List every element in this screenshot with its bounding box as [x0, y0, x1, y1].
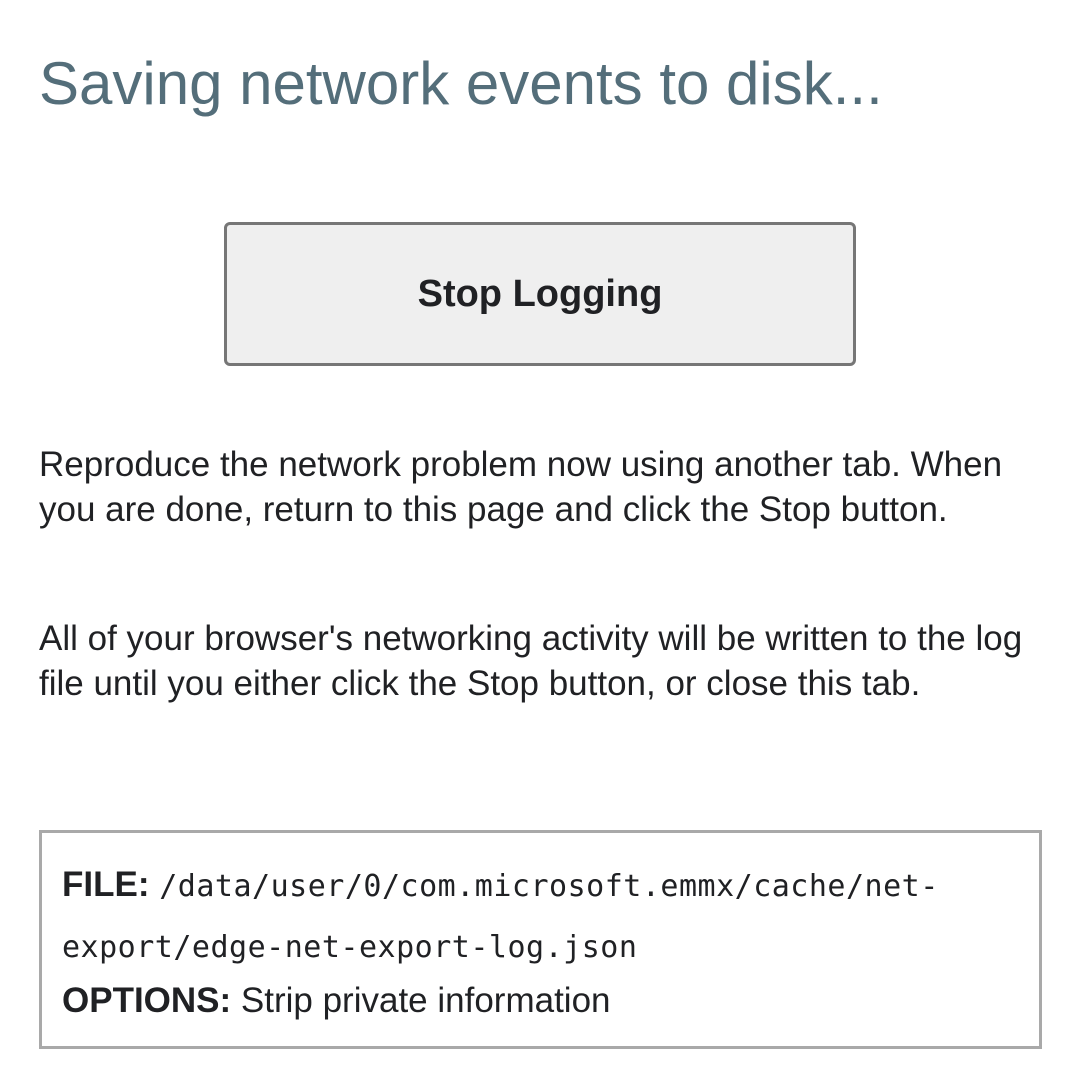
options-row: OPTIONS: Strip private information: [62, 977, 1019, 1025]
page-title: Saving network events to disk...: [39, 50, 883, 117]
reproduce-instructions: Reproduce the network problem now using …: [39, 445, 1003, 529]
file-path: /data/user/0/com.microsoft.emmx/cache/ne…: [62, 869, 939, 965]
file-row: FILE: /data/user/0/com.microsoft.emmx/ca…: [62, 855, 1019, 977]
options-label: OPTIONS:: [62, 981, 241, 1020]
stop-logging-button[interactable]: Stop Logging: [224, 222, 856, 366]
logging-notice: All of your browser's networking activit…: [39, 619, 1023, 703]
log-details-box: FILE: /data/user/0/com.microsoft.emmx/ca…: [39, 830, 1042, 1049]
options-value: Strip private information: [240, 981, 611, 1020]
file-label: FILE:: [62, 865, 160, 904]
